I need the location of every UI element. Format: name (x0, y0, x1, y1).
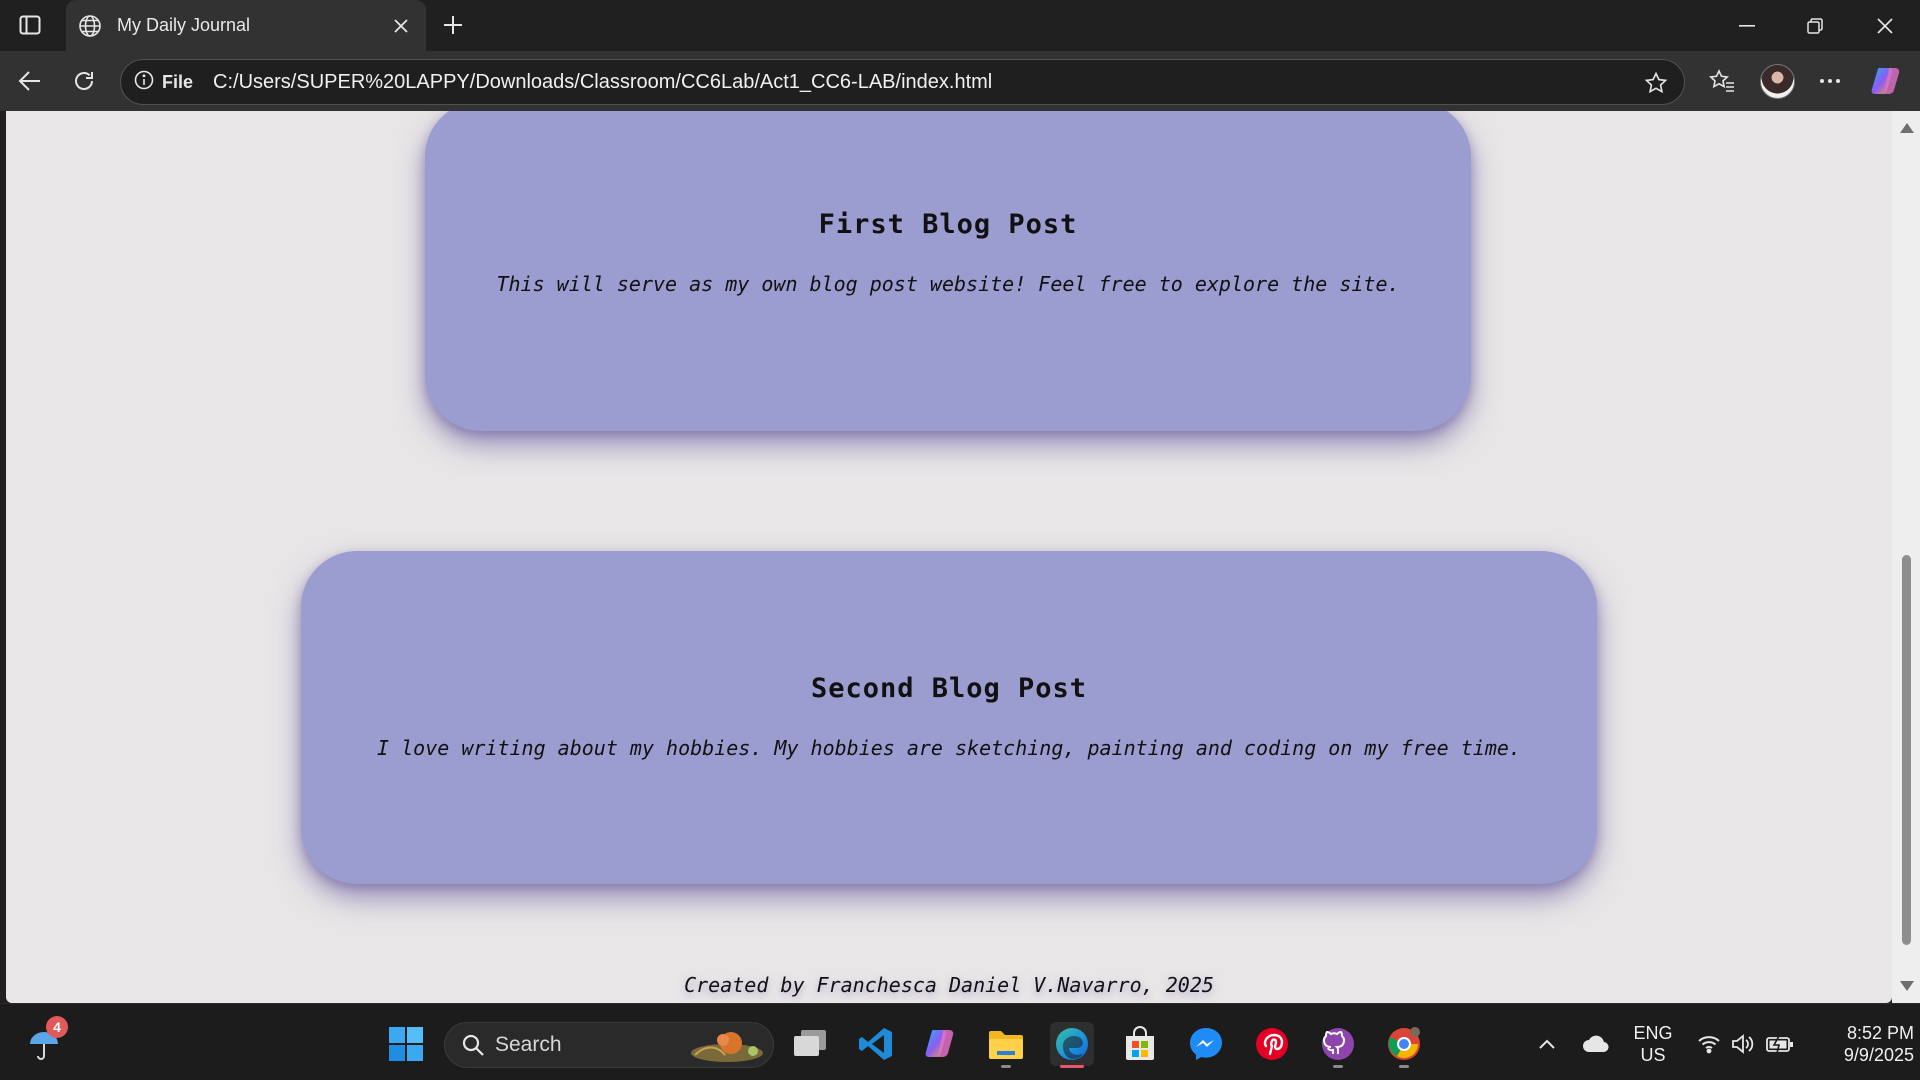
github-icon[interactable] (1316, 1022, 1360, 1068)
input-language[interactable]: ENG US (1628, 1022, 1678, 1066)
new-tab-icon[interactable] (438, 10, 468, 40)
system-clock[interactable]: 8:52 PM 9/9/2025 (1804, 1022, 1914, 1066)
app-running-indicator (1001, 1065, 1011, 1068)
file-explorer-icon[interactable] (984, 1022, 1028, 1068)
taskbar: 4 Search ENG US 8:52 PM 9/9/2025 (0, 1003, 1920, 1080)
messenger-icon[interactable] (1184, 1022, 1228, 1066)
post-title: First Blog Post (818, 209, 1078, 240)
search-label: Search (495, 1033, 562, 1056)
profile-avatar[interactable] (1760, 64, 1795, 99)
page-viewport: First Blog Post This will serve as my ow… (6, 111, 1892, 1003)
site-info-button[interactable]: File (134, 70, 193, 94)
blog-post-card: Second Blog Post I love writing about my… (301, 551, 1597, 884)
more-options-icon[interactable] (1812, 63, 1848, 99)
app-active-indicator (1060, 1065, 1084, 1068)
close-tab-icon[interactable] (388, 13, 414, 39)
onedrive-cloud-icon[interactable] (1578, 1022, 1614, 1066)
copilot-icon[interactable] (918, 1022, 962, 1066)
post-title: Second Blog Post (810, 673, 1088, 704)
globe-icon (77, 13, 103, 39)
store-icon[interactable] (1118, 1022, 1162, 1066)
minimize-icon[interactable] (1714, 0, 1780, 51)
clock-date: 9/9/2025 (1843, 1045, 1914, 1065)
chrome-icon[interactable] (1382, 1022, 1426, 1068)
vertical-scrollbar[interactable] (1892, 111, 1920, 1003)
address-bar[interactable]: File C:/Users/SUPER%20LAPPY/Downloads/Cl… (120, 59, 1685, 105)
taskbar-search[interactable]: Search (444, 1022, 774, 1068)
blog-post-card: First Blog Post This will serve as my ow… (425, 111, 1471, 431)
scroll-thumb[interactable] (1902, 555, 1911, 945)
back-icon[interactable] (12, 63, 48, 99)
scroll-up-arrow[interactable] (1900, 123, 1914, 133)
post-body: I love writing about my hobbies. My hobb… (377, 736, 1521, 760)
app-running-indicator (1399, 1065, 1409, 1068)
app-running-indicator (1333, 1065, 1343, 1068)
show-hidden-icons-chevron-icon[interactable] (1532, 1022, 1562, 1066)
volume-icon[interactable] (1728, 1022, 1758, 1066)
close-window-icon[interactable] (1852, 0, 1918, 51)
clock-time: 8:52 PM (1846, 1023, 1914, 1043)
tab-actions-icon[interactable] (14, 11, 46, 39)
task-view-icon[interactable] (788, 1022, 832, 1066)
site-info-label: File (162, 71, 194, 92)
page-footer: Created by Franchesca Daniel V.Navarro, … (684, 973, 1214, 997)
url-text[interactable]: C:/Users/SUPER%20LAPPY/Downloads/Classro… (213, 71, 992, 94)
scroll-down-arrow[interactable] (1900, 981, 1914, 991)
weather-badge: 4 (46, 1016, 68, 1038)
edge-icon[interactable] (1050, 1022, 1094, 1068)
active-tab[interactable]: My Daily Journal (66, 0, 426, 51)
search-highlight-icon (687, 1027, 767, 1065)
copilot-icon[interactable] (1868, 63, 1904, 99)
wifi-icon[interactable] (1694, 1022, 1724, 1066)
info-icon (134, 70, 154, 94)
add-favorite-star-icon[interactable] (1642, 69, 1670, 97)
browser-toolbar: File C:/Users/SUPER%20LAPPY/Downloads/Cl… (0, 51, 1920, 111)
restore-icon[interactable] (1782, 0, 1848, 51)
favorites-icon[interactable] (1704, 63, 1740, 99)
tab-title: My Daily Journal (117, 15, 251, 35)
vscode-icon[interactable] (854, 1022, 898, 1066)
language-code: ENG (1633, 1023, 1673, 1043)
battery-charging-icon[interactable] (1764, 1022, 1796, 1066)
pinterest-icon[interactable] (1250, 1022, 1294, 1066)
language-region: US (1640, 1045, 1666, 1065)
refresh-icon[interactable] (66, 63, 102, 99)
start-icon[interactable] (384, 1022, 428, 1066)
title-bar: My Daily Journal (0, 0, 1920, 51)
search-icon (461, 1033, 485, 1057)
post-body: This will serve as my own blog post webs… (496, 272, 1400, 296)
